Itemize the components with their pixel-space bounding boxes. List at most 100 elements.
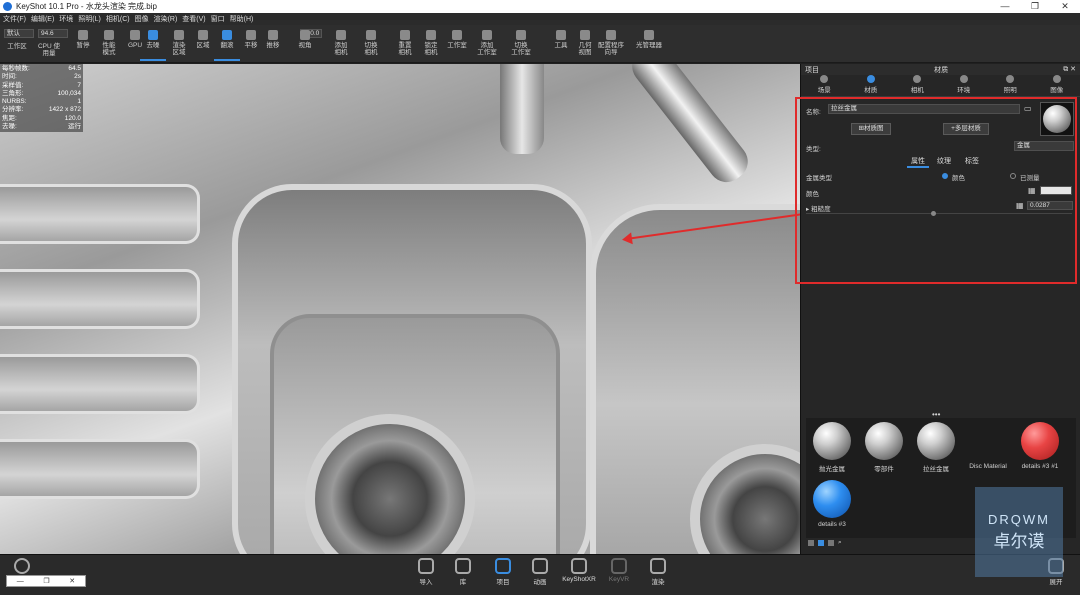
toolbar-label: 去噪 bbox=[146, 42, 160, 49]
faucet-spout bbox=[624, 64, 756, 190]
floating-mini-window[interactable]: — ❐ ✕ bbox=[6, 575, 86, 587]
performance-icon bbox=[104, 30, 114, 40]
maximize-button[interactable]: ❐ bbox=[1020, 1, 1050, 12]
toolbar-geometry-view-button[interactable]: 几何 视图 bbox=[572, 27, 598, 61]
list-view-icon[interactable] bbox=[808, 540, 814, 546]
toolbar-add-camera-button[interactable]: 添加 相机 bbox=[328, 27, 354, 61]
tab-camera[interactable]: 相机 bbox=[911, 75, 924, 96]
tab-environment[interactable]: 环境 bbox=[957, 75, 970, 96]
toolbar-reset-camera-button[interactable]: 重置 相机 bbox=[392, 27, 418, 61]
bottom-keyshotxr-button[interactable]: KeyShotXR bbox=[562, 558, 596, 583]
bottom-render-button[interactable]: 渲染 bbox=[642, 558, 674, 586]
material-thumbnail bbox=[969, 422, 1007, 460]
bottom-animation-button[interactable]: 动画 bbox=[524, 558, 556, 586]
toolbar-label: 配置程序 向导 bbox=[598, 42, 624, 56]
menu-item[interactable]: 渲染(R) bbox=[154, 14, 178, 24]
toolbar-region-button[interactable]: 区域 bbox=[190, 27, 216, 61]
mini-maximize-icon[interactable]: ❐ bbox=[43, 577, 49, 585]
material-thumbnail bbox=[813, 422, 851, 460]
toolbar-render-region-button[interactable]: 渲染 区域 bbox=[166, 27, 192, 61]
toolbar-switch-camera-button[interactable]: 切换 相机 bbox=[358, 27, 384, 61]
toolbar-lock-camera-button[interactable]: 锁定 相机 bbox=[418, 27, 444, 61]
panel-left-title: 项目 bbox=[805, 66, 819, 74]
gpu-icon bbox=[130, 30, 140, 40]
menu-item[interactable]: 相机(C) bbox=[106, 14, 130, 24]
mini-close-icon[interactable]: ✕ bbox=[69, 577, 75, 585]
tab-scene[interactable]: 场景 bbox=[818, 75, 831, 96]
toolbar-studio-button[interactable]: 工作室 bbox=[444, 27, 470, 61]
dolly-icon bbox=[268, 30, 278, 40]
menu-item[interactable]: 窗口 bbox=[211, 14, 225, 24]
tab-label: 照明 bbox=[1003, 87, 1017, 94]
menu-item[interactable]: 文件(F) bbox=[3, 14, 26, 24]
material-name: details #3 #1 bbox=[1021, 463, 1059, 470]
geometry-view-icon bbox=[580, 30, 590, 40]
toolbar-label: 暂停 bbox=[76, 42, 90, 49]
menu-item[interactable]: 图像 bbox=[135, 14, 149, 24]
close-button[interactable]: ✕ bbox=[1050, 1, 1080, 12]
toolbar-label: 光管理器 bbox=[636, 42, 662, 49]
render-viewport[interactable] bbox=[0, 64, 800, 554]
material-name: 拉丝金属 bbox=[923, 466, 949, 473]
menu-item[interactable]: 帮助(H) bbox=[230, 14, 254, 24]
bottom-label: 项目 bbox=[496, 579, 510, 586]
toolbar-add-studio-button[interactable]: 添加 工作室 bbox=[474, 27, 500, 61]
toolbar-label: 视角 bbox=[298, 42, 312, 49]
library-material-item[interactable]: 零部件 bbox=[858, 422, 910, 473]
toolbar-switch-studio-button[interactable]: 切换 工作室 bbox=[508, 27, 534, 61]
toolbar-tumble-button[interactable]: 翻滚 bbox=[214, 27, 240, 61]
toolbar-configurator-button[interactable]: 配置程序 向导 bbox=[598, 27, 624, 61]
drainboard-groove bbox=[0, 439, 200, 499]
grid-view-icon[interactable] bbox=[818, 540, 824, 546]
library-material-item[interactable]: 拉丝金属 bbox=[910, 422, 962, 473]
library-material-item[interactable]: details #3 #1 bbox=[1014, 422, 1066, 470]
detail-view-icon[interactable] bbox=[828, 540, 834, 546]
panel-window-icons[interactable]: ⧉ ✕ bbox=[1063, 65, 1076, 74]
render-icon bbox=[650, 558, 666, 574]
pause-icon bbox=[78, 30, 88, 40]
toolbar-pause-button[interactable]: 暂停 bbox=[70, 27, 96, 61]
bottom-keyvr-button[interactable]: KeyVR bbox=[603, 558, 635, 583]
search-icon[interactable]: ⌕ bbox=[838, 539, 842, 547]
stat-key: 分辨率: bbox=[2, 106, 24, 114]
toolbar-tools-button[interactable]: 工具 bbox=[548, 27, 574, 61]
toolbar-label: 切换 相机 bbox=[364, 42, 378, 56]
toolbar-label: 添加 相机 bbox=[334, 42, 348, 56]
material-thumbnail bbox=[813, 480, 851, 518]
project-icon bbox=[495, 558, 511, 574]
toolbar-dolly-button[interactable]: 推移 bbox=[260, 27, 286, 61]
menu-item[interactable]: 环境 bbox=[59, 14, 73, 24]
toolbar-label: CPU 使用量 bbox=[37, 43, 61, 57]
tools-icon bbox=[556, 30, 566, 40]
tab-label: 场景 bbox=[817, 87, 831, 94]
zoom-field[interactable]: 94.6 bbox=[38, 29, 68, 38]
stat-value: 运行 bbox=[68, 123, 81, 131]
drainboard-groove bbox=[0, 354, 200, 414]
tab-image[interactable]: 图像 bbox=[1050, 75, 1063, 96]
menu-item[interactable]: 查看(V) bbox=[182, 14, 205, 24]
library-material-item[interactable]: 抛光金属 bbox=[806, 422, 858, 473]
bottom-bar: 展开 导入库项目 动画 KeyShotXR KeyVR 渲染 bbox=[0, 554, 1080, 595]
toolbar-denoise-button[interactable]: 去噪 bbox=[140, 27, 166, 61]
menu-item[interactable]: 照明(L) bbox=[78, 14, 101, 24]
stat-row: 去噪: 运行 bbox=[2, 123, 81, 131]
toolbar-label: 锁定 相机 bbox=[424, 42, 438, 56]
toolbar-performance-button[interactable]: 性能 模式 bbox=[96, 27, 122, 61]
bottom-import-button[interactable]: 导入 bbox=[410, 558, 442, 586]
faucet-base bbox=[500, 64, 544, 154]
bottom-library-button[interactable]: 库 bbox=[447, 558, 479, 586]
menu-item[interactable]: 编辑(E) bbox=[31, 14, 54, 24]
library-material-item[interactable]: Disc Material bbox=[962, 422, 1014, 470]
bottom-project-button[interactable]: 项目 bbox=[487, 558, 519, 586]
cloud-library-button[interactable] bbox=[6, 558, 38, 576]
preset-select[interactable]: 默认 bbox=[4, 29, 34, 38]
library-material-item[interactable]: details #3 bbox=[806, 480, 858, 528]
tab-lighting[interactable]: 照明 bbox=[1004, 75, 1017, 96]
minimize-button[interactable]: — bbox=[990, 1, 1020, 12]
mini-minimize-icon[interactable]: — bbox=[17, 578, 24, 585]
tab-material[interactable]: 材质 bbox=[864, 75, 877, 96]
toolbar-light-manager-button[interactable]: 光管理器 bbox=[636, 27, 662, 61]
stat-value: 1422 x 872 bbox=[48, 106, 81, 114]
toolbar-view-button[interactable]: 视角 bbox=[292, 27, 318, 61]
switch-studio-icon bbox=[516, 30, 526, 40]
